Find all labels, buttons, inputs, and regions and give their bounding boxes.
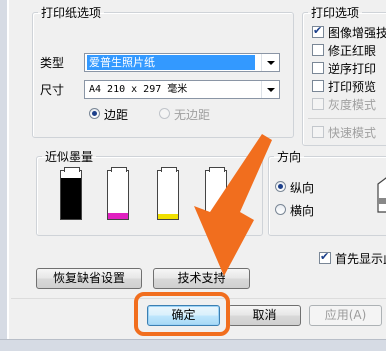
- window-left-highlight: [7, 0, 9, 350]
- printer-properties-dialog: 打印纸选项 类型 爱普生照片纸 尺寸 A4 210 x 297 毫米 边距 无边…: [0, 0, 386, 351]
- ink-level-fill: [61, 178, 81, 219]
- ok-highlight-box: [134, 292, 230, 336]
- image-enhance-checkbox[interactable]: [312, 24, 324, 38]
- printer-icon: [377, 177, 386, 213]
- ink-cartridge-black: [60, 167, 82, 220]
- reverse-order-checkbox[interactable]: [312, 62, 324, 74]
- paper-size-select[interactable]: A4 210 x 297 毫米: [84, 80, 280, 99]
- borderless-radio[interactable]: [159, 108, 170, 119]
- window-bottom-border: [0, 339, 386, 351]
- ink-level-fill: [108, 213, 128, 219]
- reverse-order-label: 逆序打印: [328, 62, 377, 76]
- ink-cartridge-cap: [161, 167, 177, 172]
- ink-cartridge-cap: [111, 167, 127, 172]
- red-eye-checkbox[interactable]: [312, 44, 324, 56]
- chevron-down-icon[interactable]: [261, 81, 279, 98]
- paper-options-legend: 打印纸选项: [41, 6, 102, 20]
- print-preview-label: 打印预览: [328, 80, 377, 94]
- cancel-button[interactable]: 取消: [228, 305, 301, 326]
- margin-radio[interactable]: [89, 108, 100, 119]
- size-label: 尺寸: [40, 83, 65, 97]
- restore-defaults-button[interactable]: 恢复缺省设置: [36, 268, 142, 289]
- ink-cartridge-magenta: [107, 167, 129, 220]
- paper-type-select[interactable]: 爱普生照片纸: [84, 53, 280, 72]
- ink-cartridge-yellow: [157, 167, 179, 220]
- ink-levels-legend: 近似墨量: [45, 150, 94, 164]
- apply-button[interactable]: 应用(A): [309, 305, 382, 326]
- paper-type-value: 爱普生照片纸: [87, 55, 255, 70]
- orange-arrow-icon: [194, 134, 272, 276]
- show-first-checkbox[interactable]: [319, 250, 331, 264]
- margin-label: 边距: [104, 108, 129, 122]
- print-preview-checkbox[interactable]: [312, 80, 324, 92]
- show-first-label: 首先显示此: [335, 252, 386, 266]
- window-left-border: [0, 0, 7, 350]
- print-options-legend: 打印选项: [311, 6, 360, 20]
- divider: [308, 118, 386, 119]
- quick-mode-label: 快速模式: [328, 126, 377, 140]
- image-enhance-label: 图像增强技: [328, 26, 386, 40]
- borderless-label: 无边距: [174, 108, 211, 122]
- type-label: 类型: [40, 56, 65, 70]
- paper-size-value: A4 210 x 297 毫米: [89, 84, 188, 95]
- quick-mode-checkbox[interactable]: [312, 126, 324, 138]
- ink-cartridge-cap: [64, 167, 80, 172]
- ink-level-fill: [158, 214, 178, 219]
- grayscale-label: 灰度模式: [328, 98, 377, 112]
- red-eye-label: 修正红眼: [328, 44, 377, 58]
- grayscale-checkbox[interactable]: [312, 98, 324, 110]
- chevron-down-icon[interactable]: [261, 54, 279, 71]
